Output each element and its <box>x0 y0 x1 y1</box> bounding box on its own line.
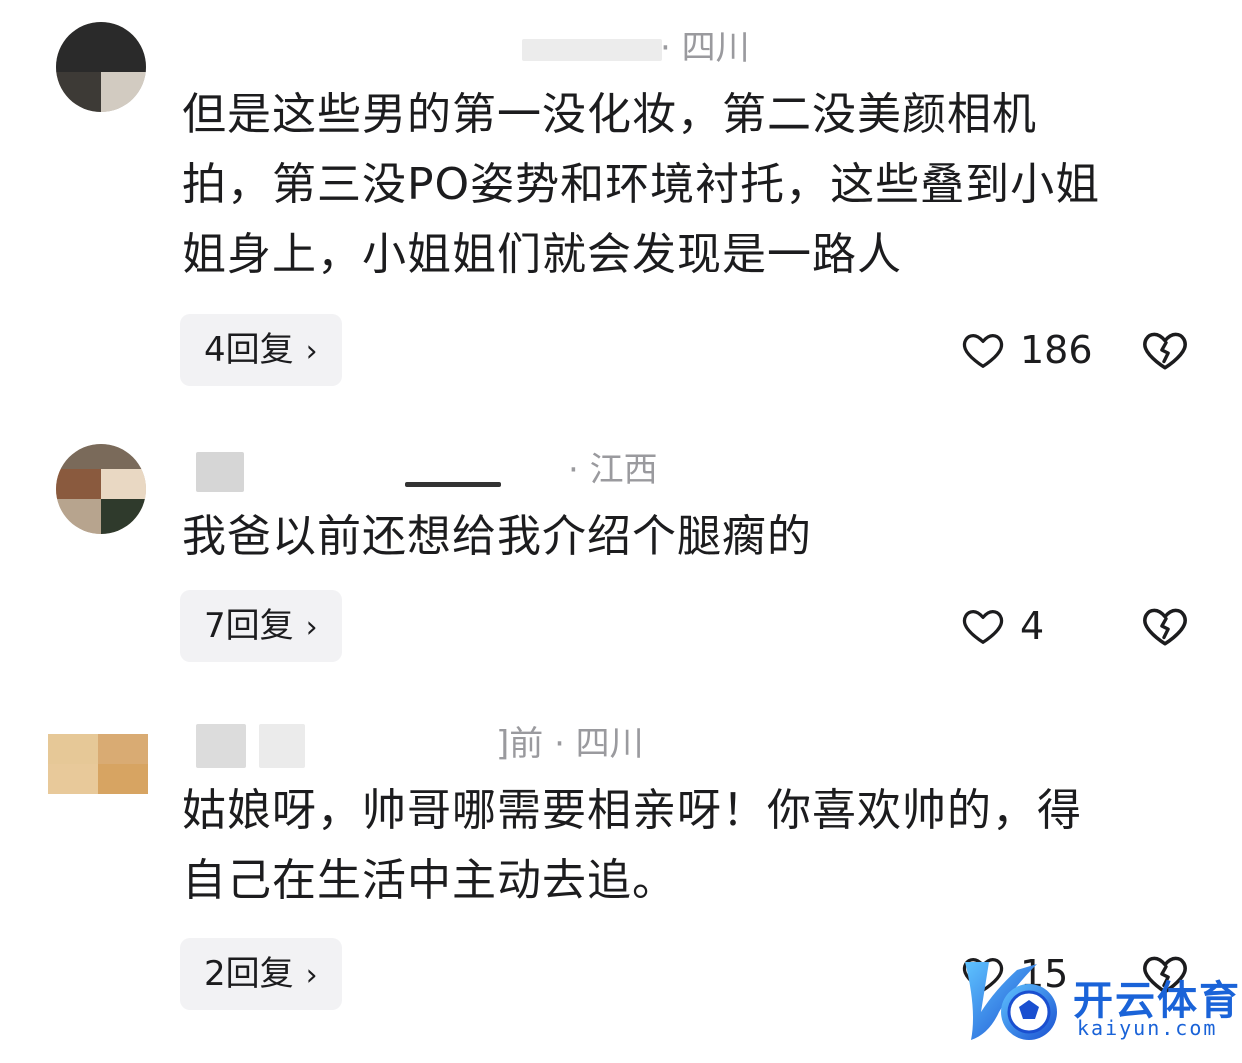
heart-outline-icon <box>962 609 1004 644</box>
avatar-censor-block <box>56 444 146 469</box>
comment-text-line: 但是这些男的第一没化妆，第二没美颜相机 <box>182 89 1037 140</box>
kaiyun-logo-icon <box>965 962 1057 1040</box>
avatar-censor-block <box>101 72 146 112</box>
chevron-right-icon: › <box>305 610 318 645</box>
avatar-censor-block <box>48 720 148 734</box>
comment-meta: · 四川 <box>182 26 750 70</box>
broken-heart-icon <box>1143 332 1187 370</box>
username-redacted[interactable] <box>196 723 246 768</box>
comment-location: ]前 · 四川 <box>496 724 644 764</box>
watermark-url: kaiyun.com <box>1077 1016 1218 1040</box>
reply-count-label: 2回复 <box>204 954 294 994</box>
heart-outline-icon <box>962 333 1004 368</box>
chevron-right-icon: › <box>305 334 318 369</box>
avatar-censor-block <box>56 72 101 112</box>
comment-text: 我爸以前还想给我介绍个腿瘸的 <box>182 502 1202 572</box>
chevron-right-icon: › <box>305 958 318 993</box>
view-replies-button[interactable]: 2回复 › <box>180 938 342 1010</box>
like-count: 4 <box>1020 604 1045 648</box>
comment-text-line: 姑娘呀，帅哥哪需要相亲呀！你喜欢帅的，得 <box>182 785 1082 836</box>
avatar-censor-block <box>101 469 146 499</box>
username-redacted[interactable] <box>404 482 501 487</box>
comment-text-line: 自己在生活中主动去追。 <box>182 855 677 906</box>
comment-meta: ]前 · 四川 <box>182 722 644 768</box>
broken-heart-icon <box>1143 608 1187 646</box>
reply-count-label: 4回复 <box>204 330 294 370</box>
comment-text-line: 我爸以前还想给我介绍个腿瘸的 <box>182 511 812 562</box>
comment-text-line: 拍，第三没PO姿势和环境衬托，这些叠到小姐 <box>182 159 1101 210</box>
reply-count-label: 7回复 <box>204 606 294 646</box>
avatar-censor-block <box>101 499 146 534</box>
comment-meta: · 江西 <box>182 448 658 492</box>
avatar[interactable] <box>56 444 146 534</box>
comment-location: · 江西 <box>568 450 658 490</box>
like-button[interactable]: 186 <box>960 320 1093 380</box>
avatar-censor-block <box>56 22 146 72</box>
avatar[interactable] <box>56 22 146 112</box>
avatar-censor-block <box>98 734 148 764</box>
avatar-censor-block <box>98 764 148 794</box>
comment-text: 但是这些男的第一没化妆，第二没美颜相机 拍，第三没PO姿势和环境衬托，这些叠到小… <box>182 80 1202 290</box>
dislike-button[interactable] <box>1140 601 1190 651</box>
comment-location: · 四川 <box>660 28 750 68</box>
avatar-censor-block <box>48 734 98 764</box>
dislike-button[interactable] <box>1140 325 1190 375</box>
view-replies-button[interactable]: 4回复 › <box>180 314 342 386</box>
avatar-censor-block <box>48 794 148 806</box>
username-redacted[interactable] <box>258 723 305 768</box>
avatar-censor-block <box>56 499 101 534</box>
watermark: 开云体育 kaiyun.com <box>955 950 1239 1050</box>
like-button[interactable]: 4 <box>960 596 1044 656</box>
view-replies-button[interactable]: 7回复 › <box>180 590 342 662</box>
like-count: 186 <box>1020 328 1093 372</box>
comment-text-line: 姐身上，小姐姐们就会发现是一路人 <box>182 229 902 280</box>
avatar-censor-block <box>56 469 101 499</box>
username-redacted[interactable] <box>196 451 244 492</box>
avatar[interactable] <box>48 720 148 806</box>
avatar-censor-block <box>48 764 98 794</box>
comment-text: 姑娘呀，帅哥哪需要相亲呀！你喜欢帅的，得 自己在生活中主动去追。 <box>182 776 1202 916</box>
username-redacted[interactable] <box>522 38 662 61</box>
